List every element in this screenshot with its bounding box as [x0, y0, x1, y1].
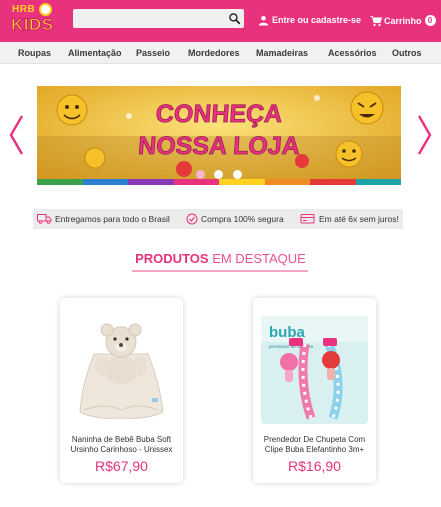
nav-item-outros[interactable]: Outros: [392, 48, 422, 58]
product-card[interactable]: Naninha de Bebê Buba Soft Ursinho Carinh…: [60, 298, 183, 483]
logo-text-top: HRB: [12, 4, 36, 15]
section-title-underline: [132, 270, 308, 272]
check-circle-icon: [186, 213, 198, 225]
banner-headline-line2: NOSSA LOJA: [137, 132, 301, 161]
nav-item-mamadeiras[interactable]: Mamadeiras: [256, 48, 308, 58]
search-input[interactable]: [73, 9, 244, 28]
nav-item-passeio[interactable]: Passeio: [136, 48, 170, 58]
product-name[interactable]: Prendedor De Chupeta Com Clipe Buba Elef…: [257, 435, 372, 455]
logo-text-main: KIDS: [11, 15, 54, 35]
cart-label: Carrinho: [384, 15, 422, 26]
product-image-plush[interactable]: [74, 314, 169, 426]
search-icon[interactable]: [228, 12, 241, 25]
banner-color-stripe: [37, 179, 401, 185]
nav-item-mordedores[interactable]: Mordedores: [188, 48, 240, 58]
section-title-light: EM DESTAQUE: [212, 251, 306, 266]
carousel-dot-2[interactable]: [214, 170, 223, 179]
product-price: R$16,90: [288, 458, 341, 474]
carousel-dot-1[interactable]: [196, 170, 205, 179]
product-card[interactable]: buba prendedor de chupeta Prendedor De C…: [253, 298, 376, 483]
brand-logo[interactable]: HRB KIDS: [9, 3, 59, 37]
cart-button[interactable]: Carrinho 0: [370, 13, 436, 28]
carousel-dot-3[interactable]: [233, 170, 242, 179]
section-title-bold: PRODUTOS: [135, 251, 209, 266]
section-title: PRODUTOS EM DESTAQUE: [0, 251, 441, 266]
feature-secure: Compra 100% segura: [186, 213, 284, 225]
features-bar: Entregamos para todo o Brasil Compra 100…: [33, 209, 403, 229]
product-image-pacifier-clip[interactable]: buba prendedor de chupeta: [259, 314, 370, 426]
credit-card-icon: [300, 214, 315, 224]
login-link[interactable]: Entre ou cadastre-se: [258, 13, 361, 27]
product-name[interactable]: Naninha de Bebê Buba Soft Ursinho Carinh…: [64, 435, 179, 455]
nav-item-acessorios[interactable]: Acessórios: [328, 48, 377, 58]
feature-secure-label: Compra 100% segura: [201, 214, 284, 224]
feature-installments-label: Em até 6x sem juros!: [319, 214, 399, 224]
login-label: Entre ou cadastre-se: [272, 15, 362, 25]
carousel-prev-arrow-icon[interactable]: [7, 113, 25, 157]
cart-count-badge: 0: [424, 15, 436, 26]
feature-shipping-label: Entregamos para todo o Brasil: [55, 213, 170, 224]
site-header: HRB KIDS Entre ou cadastre-se Carrinho 0: [0, 0, 441, 42]
product-price: R$67,90: [95, 458, 148, 474]
banner-headline-line1: CONHEÇA: [154, 100, 284, 129]
cart-icon: [370, 15, 382, 26]
category-nav: Roupas Alimentação Passeio Mordedores Ma…: [0, 42, 441, 64]
nav-item-alimentacao[interactable]: Alimentação: [68, 48, 122, 58]
nav-item-roupas[interactable]: Roupas: [18, 48, 51, 58]
truck-icon: [37, 214, 52, 224]
user-icon: [258, 15, 269, 26]
feature-shipping: Entregamos para todo o Brasil: [37, 213, 170, 224]
feature-installments: Em até 6x sem juros!: [300, 213, 399, 225]
carousel-next-arrow-icon[interactable]: [416, 113, 434, 157]
